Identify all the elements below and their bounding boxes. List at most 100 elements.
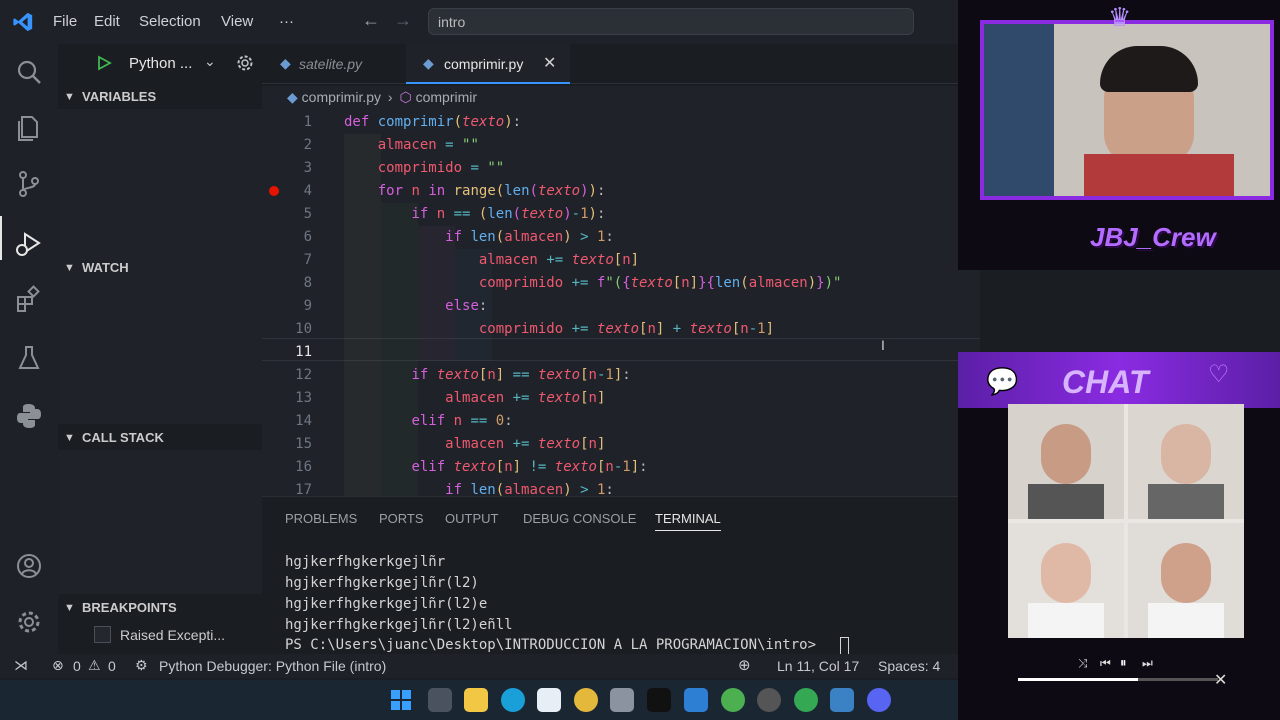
app-window-icon[interactable] xyxy=(830,688,854,712)
terminal-line: hgjkerfhgkerkgejlñr(l2) xyxy=(285,575,479,591)
video-tile xyxy=(1008,404,1124,519)
tiktok-icon[interactable] xyxy=(647,688,671,712)
menu-more[interactable]: ··· xyxy=(279,13,294,30)
code-line: 10 comprimido += texto[n] + texto[n-1] xyxy=(295,321,775,337)
watch-section-header[interactable]: ▼ WATCH xyxy=(58,256,262,280)
terminal-prompt: PS C:\Users\juanc\Desktop\INTRODUCCION A… xyxy=(285,637,825,653)
explorer-files-icon[interactable] xyxy=(13,112,45,144)
tab-debug-console[interactable]: DEBUG CONSOLE xyxy=(523,511,636,526)
discord-icon[interactable] xyxy=(867,688,891,712)
indentation[interactable]: Spaces: 4 xyxy=(878,658,940,674)
webcam-shirt xyxy=(1084,154,1234,196)
windows-start-icon[interactable] xyxy=(390,689,412,711)
close-tab-icon[interactable]: ✕ xyxy=(543,53,556,73)
code-line: 15 almacen += texto[n] xyxy=(295,436,606,452)
menu-view[interactable]: View xyxy=(221,13,253,30)
menu-edit[interactable]: Edit xyxy=(94,13,120,30)
video-tile xyxy=(1128,523,1244,638)
obs-icon[interactable] xyxy=(757,688,781,712)
remote-indicator-icon[interactable]: ⋊ xyxy=(14,657,28,674)
debugger-status[interactable]: Python Debugger: Python File (intro) xyxy=(159,658,386,674)
debug-config-select[interactable]: Python ... xyxy=(129,55,192,72)
speech-bubble-icon: 💬 xyxy=(986,366,1019,396)
call-stack-section-header[interactable]: ▼ CALL STACK xyxy=(58,426,262,450)
code-line: 1 def comprimir(texto): xyxy=(303,114,522,130)
chevron-down-icon[interactable]: ⌄ xyxy=(204,53,216,70)
error-icon[interactable]: ⊗ xyxy=(52,657,64,674)
tab-comprimir[interactable]: ◆ comprimir.py ✕ xyxy=(406,44,570,84)
tab-ports[interactable]: PORTS xyxy=(379,511,424,526)
pause-icon[interactable]: ⏸ xyxy=(1120,655,1127,671)
cursor-position[interactable]: Ln 11, Col 17 xyxy=(777,658,859,674)
terminal-line: hgjkerfhgkerkgejlñr xyxy=(285,554,446,570)
settings-gear-icon[interactable] xyxy=(13,606,45,638)
error-count[interactable]: 0 xyxy=(73,658,81,674)
warning-count[interactable]: 0 xyxy=(108,658,116,674)
code-line: 2 almacen = "" xyxy=(303,137,479,153)
vscode-logo-icon xyxy=(13,12,33,32)
code-line: 12 if texto[n] == texto[n-1]: xyxy=(295,367,631,383)
media-progress-bar[interactable] xyxy=(1018,678,1218,681)
previous-icon[interactable]: ⏮ xyxy=(1100,656,1111,671)
tab-terminal[interactable]: TERMINAL xyxy=(655,511,721,531)
file-explorer-icon[interactable] xyxy=(464,688,488,712)
menu-file[interactable]: File xyxy=(53,13,77,30)
code-editor[interactable]: ◆ comprimir.py › ⬡ comprimir 1 def compri… xyxy=(262,86,980,534)
code-line: 9 else: xyxy=(303,298,488,314)
breadcrumb-separator-icon: › xyxy=(387,89,393,105)
vscode-taskbar-icon[interactable] xyxy=(684,688,708,712)
face xyxy=(1041,543,1091,603)
chrome-icon[interactable] xyxy=(574,688,598,712)
tab-satelite[interactable]: ◆ satelite.py xyxy=(262,44,406,84)
chrome-alt-icon[interactable] xyxy=(794,688,818,712)
start-debugging-play-icon[interactable] xyxy=(96,55,112,71)
store-icon[interactable] xyxy=(537,688,561,712)
search-icon[interactable] xyxy=(13,56,45,88)
run-debug-icon[interactable] xyxy=(13,228,45,260)
zoom-icon[interactable]: ⊕ xyxy=(738,656,751,674)
chevron-down-icon: ▼ xyxy=(64,602,75,614)
code-line: 16 elif texto[n] != texto[n-1]: xyxy=(295,459,648,475)
video-tile xyxy=(1008,523,1124,638)
testing-flask-icon[interactable] xyxy=(13,342,45,374)
chat-video-grid xyxy=(1008,404,1244,638)
task-view-icon[interactable] xyxy=(428,688,452,712)
webcam-hair xyxy=(1100,46,1198,92)
warning-icon[interactable]: ⚠ xyxy=(88,657,101,674)
tab-problems[interactable]: PROBLEMS xyxy=(285,511,357,526)
python-file-icon: ◆ xyxy=(423,55,434,71)
menu-selection[interactable]: Selection xyxy=(139,13,201,30)
editor-tabs: ◆ satelite.py ◆ comprimir.py ✕ xyxy=(262,44,980,84)
crew-label: JBJ_Crew xyxy=(1090,222,1216,252)
terminal[interactable]: hgjkerfhgkerkgejlñr hgjkerfhgkerkgejlñr(… xyxy=(262,545,980,655)
source-control-icon[interactable] xyxy=(13,168,45,200)
edge-browser-icon[interactable] xyxy=(501,688,525,712)
breakpoint-checkbox[interactable] xyxy=(94,626,111,643)
debug-settings-gear-icon[interactable] xyxy=(236,54,254,72)
close-icon[interactable]: ✕ xyxy=(1214,670,1227,690)
breadcrumb-symbol[interactable]: comprimir xyxy=(416,89,477,105)
extensions-icon[interactable] xyxy=(13,284,45,316)
activity-bar xyxy=(0,44,58,654)
next-icon[interactable]: ⏭ xyxy=(1142,656,1153,671)
account-icon[interactable] xyxy=(13,550,45,582)
code-line: 7 almacen += texto[n] xyxy=(303,252,640,268)
chrome-profile-icon[interactable] xyxy=(721,688,745,712)
variables-section-header[interactable]: ▼ VARIABLES xyxy=(58,85,262,109)
heart-icon: ♡ xyxy=(1208,361,1230,388)
code-line: 6 if len(almacen) > 1: xyxy=(303,229,614,245)
shuffle-icon[interactable]: ⤨ xyxy=(1078,656,1088,671)
code-line: 3 comprimido = "" xyxy=(303,160,505,176)
media-progress-fill xyxy=(1018,678,1138,681)
command-center-search[interactable]: intro xyxy=(428,8,914,35)
chevron-down-icon: ▼ xyxy=(64,91,75,103)
breakpoints-section-header[interactable]: ▼ BREAKPOINTS xyxy=(58,596,262,620)
back-arrow-icon[interactable]: ← xyxy=(362,10,380,31)
python-icon[interactable] xyxy=(13,400,45,432)
bottom-panel: PROBLEMS PORTS OUTPUT DEBUG CONSOLE TERM… xyxy=(262,496,980,655)
app-icon[interactable] xyxy=(610,688,634,712)
code-line: 13 almacen += texto[n] xyxy=(295,390,606,406)
forward-arrow-icon[interactable]: → xyxy=(394,10,412,31)
breadcrumb-file[interactable]: comprimir.py xyxy=(302,89,381,105)
tab-output[interactable]: OUTPUT xyxy=(445,511,498,526)
